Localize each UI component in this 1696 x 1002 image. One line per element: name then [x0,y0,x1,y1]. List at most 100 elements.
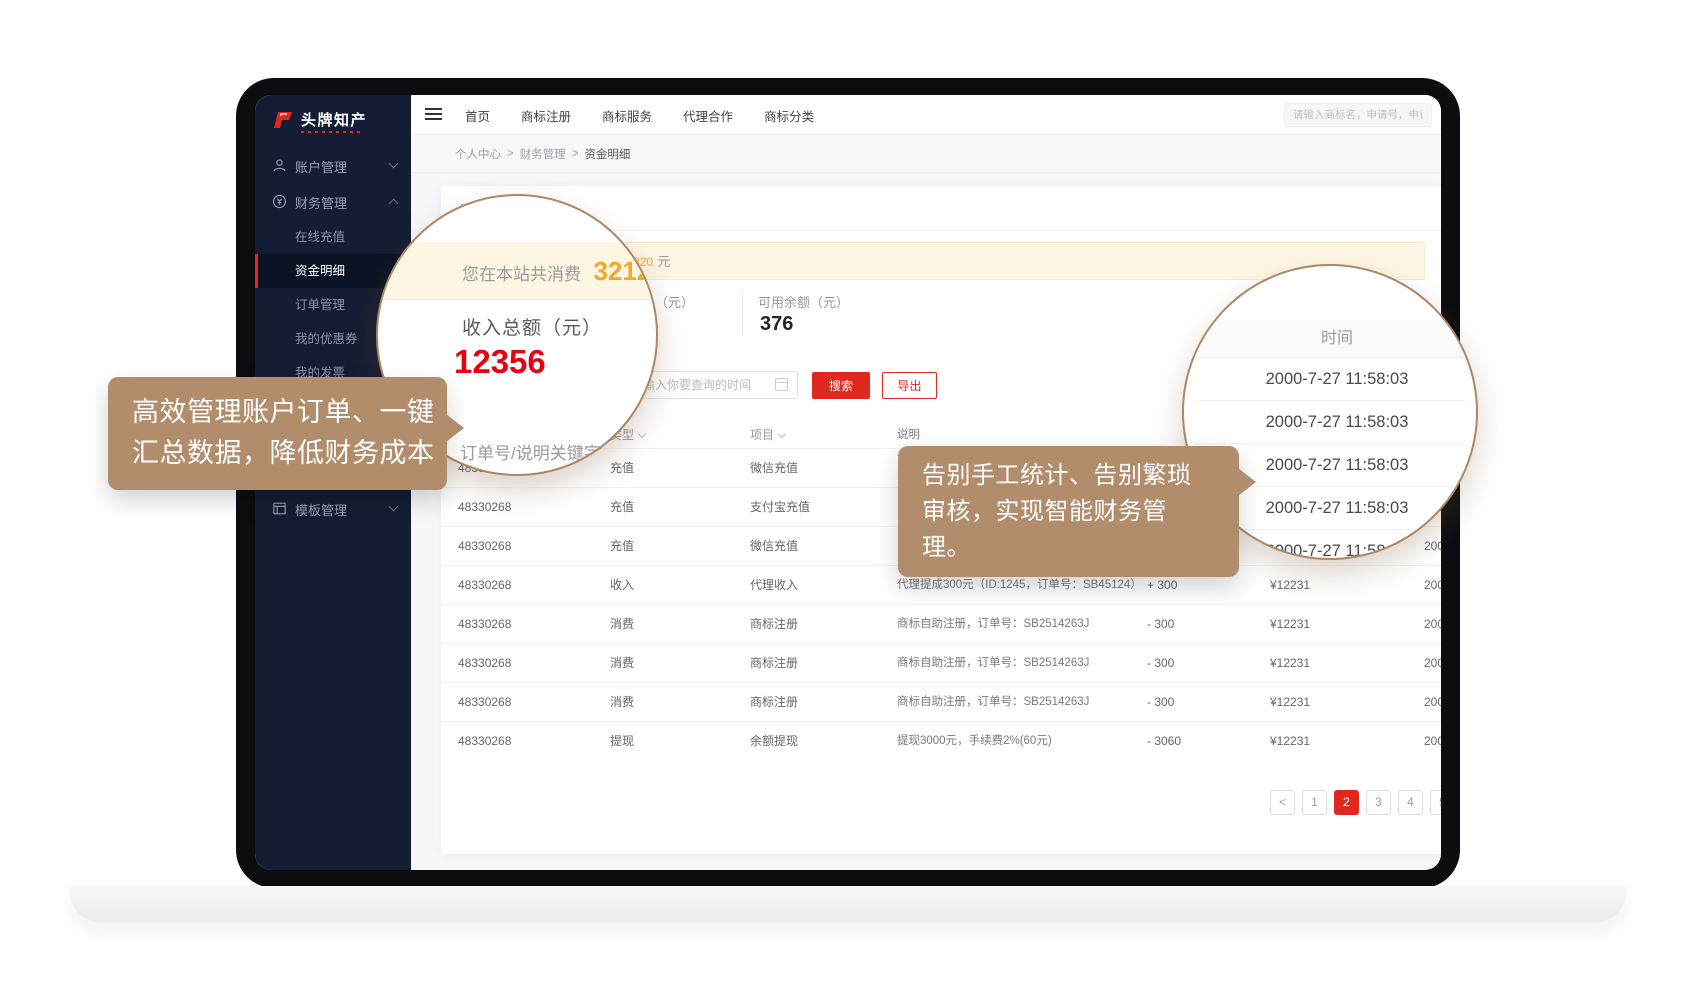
time-cell-clipped: 2000-7-27 11:58:03 [1424,722,1441,761]
order-cell: 48330268 [458,605,511,644]
type-cell: 消费 [610,605,634,644]
pagination-page[interactable]: 1 [1302,790,1327,815]
top-nav-tab[interactable]: 代理合作 [683,106,733,125]
pagination: < 12345 [1270,790,1441,815]
amount-cell: - 3060 [1147,722,1181,761]
type-cell: 消费 [610,683,634,722]
type-cell: 收入 [610,566,634,605]
topbar: 首页 商标注册 商标服务 代理合作 商标分类 [411,95,1441,135]
time-cell-clipped: 2000-7-27 11:58:03 [1424,605,1441,644]
callout-text: 告别手工统计、告别繁琐 [922,458,1239,494]
type-cell: 提现 [610,722,634,761]
balance-label: 可用余额（元） [758,292,849,311]
callout-text: 审核，实现智能财务管 [922,494,1239,530]
breadcrumb-separator: > [572,148,579,160]
magnified-notice-text: 您在本站共消费 32124 [462,242,658,300]
chevron-down-icon [389,159,399,169]
amount-cell: - 300 [1147,605,1174,644]
project-cell: 微信充值 [750,449,798,488]
notice-prefix: 您在本站共消费 [462,265,581,284]
top-nav-tab[interactable]: 首页 [465,106,490,125]
breadcrumb-item[interactable]: 财务管理 [520,146,566,162]
time-cell-clipped: 2000-7-27 11:58:03 [1424,683,1441,722]
callout-text: 高效管理账户订单、一键 [132,392,447,433]
desc-cell: 商标自助注册，订单号：SB2514263J [897,605,1143,644]
table-row: 48330268 消费 商标注册 商标自助注册，订单号：SB2514263J -… [441,682,1441,721]
pagination-page[interactable]: 4 [1398,790,1423,815]
sidebar-item-template[interactable]: 模板管理 [255,491,411,527]
callout-left: 高效管理账户订单、一键 汇总数据，降低财务成本 [108,377,447,490]
page: 头牌知产 账户管理 财务管理 在线充值资金明细订单管理我的优惠券我的发票 [0,0,1696,1002]
magnified-order-header: 订单号/说明关键字 [460,439,601,464]
balance-cell: ¥12231 [1270,683,1310,722]
pagination-pages: 12345 [1302,790,1441,815]
finance-icon [272,194,287,209]
order-cell: 48330268 [458,644,511,683]
balance-value: 376 [760,313,793,336]
notice-amount: 32124 [593,256,658,286]
desc-cell: 商标自助注册，订单号：SB2514263J [897,644,1143,683]
magnified-time-value: 2000-7-27 11:58:03 [1194,401,1466,444]
type-cell: 充值 [610,488,634,527]
order-cell: 48330268 [458,683,511,722]
order-cell: 48330268 [458,488,511,527]
calendar-icon[interactable] [775,378,788,391]
type-cell: 充值 [610,527,634,566]
table-row: 48330268 提现 余额提现 提现3000元，手续费2%(60元) - 30… [441,721,1441,760]
time-cell-clipped: 2000-7-27 11:58:03 [1424,644,1441,683]
pagination-page[interactable]: 2 [1334,790,1359,815]
magnified-time-header: 时间 [1184,320,1476,358]
expense-label-partial: （元） [655,292,694,311]
project-cell: 微信充值 [750,527,798,566]
callout-text: 汇总数据，降低财务成本 [132,433,447,474]
time-cell-clipped: 2000-7-27 11:58:03 [1424,566,1441,605]
table-row: 48330268 消费 商标注册 商标自助注册，订单号：SB2514263J -… [441,604,1441,643]
project-cell: 代理收入 [750,566,798,605]
pagination-page[interactable]: 3 [1366,790,1391,815]
notice-unit: 元 [657,254,670,269]
project-cell: 商标注册 [750,605,798,644]
magnified-time-value: 2000-7-27 11:58:03 [1194,358,1466,401]
breadcrumb-item[interactable]: 个人中心 [455,146,501,162]
callout-text: 理。 [922,530,1239,566]
header-project-sortable[interactable]: 项目 [750,422,785,448]
sort-caret-icon [778,430,786,438]
pagination-page[interactable]: 5 [1430,790,1441,815]
laptop-base [70,886,1626,922]
table-row: 48330268 消费 商标注册 商标自助注册，订单号：SB2514263J -… [441,643,1441,682]
top-nav-tabs: 首页 商标注册 商标服务 代理合作 商标分类 [465,95,814,135]
project-cell: 商标注册 [750,683,798,722]
sidebar-item-finance[interactable]: 财务管理 [255,184,411,220]
sidebar-item-label: 账户管理 [295,157,347,176]
stat-divider [742,290,743,336]
top-nav-tab[interactable]: 商标分类 [764,106,814,125]
balance-cell: ¥12231 [1270,722,1310,761]
order-cell: 48330268 [458,527,511,566]
sidebar-item-label: 财务管理 [295,193,347,212]
export-button[interactable]: 导出 [882,372,937,399]
chevron-down-icon [389,502,399,512]
project-cell: 余额提现 [750,722,798,761]
header-desc: 说明 [897,422,1143,448]
top-nav-tab[interactable]: 商标服务 [602,106,652,125]
top-nav-tab[interactable]: 商标注册 [521,106,571,125]
balance-cell: ¥12231 [1270,566,1310,605]
callout-right: 告别手工统计、告别繁琐 审核，实现智能财务管 理。 [898,446,1239,577]
search-button[interactable]: 搜索 [812,372,870,399]
project-cell: 支付宝充值 [750,488,810,527]
balance-cell: ¥12231 [1270,605,1310,644]
user-icon [272,158,287,173]
logo-subtitle-decor [301,131,363,133]
pagination-prev[interactable]: < [1270,790,1295,815]
breadcrumb: 个人中心 > 财务管理 > 资金明细 [411,135,1441,173]
project-cell: 商标注册 [750,644,798,683]
income-value: 12356 [454,343,546,381]
breadcrumb-separator: > [507,148,514,160]
sidebar-item-label: 模板管理 [295,500,347,519]
logo[interactable]: 头牌知产 [271,109,367,130]
sidebar-item-account[interactable]: 账户管理 [255,148,411,184]
type-cell: 充值 [610,449,634,488]
income-label: 收入总额（元） [462,313,602,340]
search-input[interactable] [1284,103,1432,127]
hamburger-icon[interactable] [425,108,442,121]
